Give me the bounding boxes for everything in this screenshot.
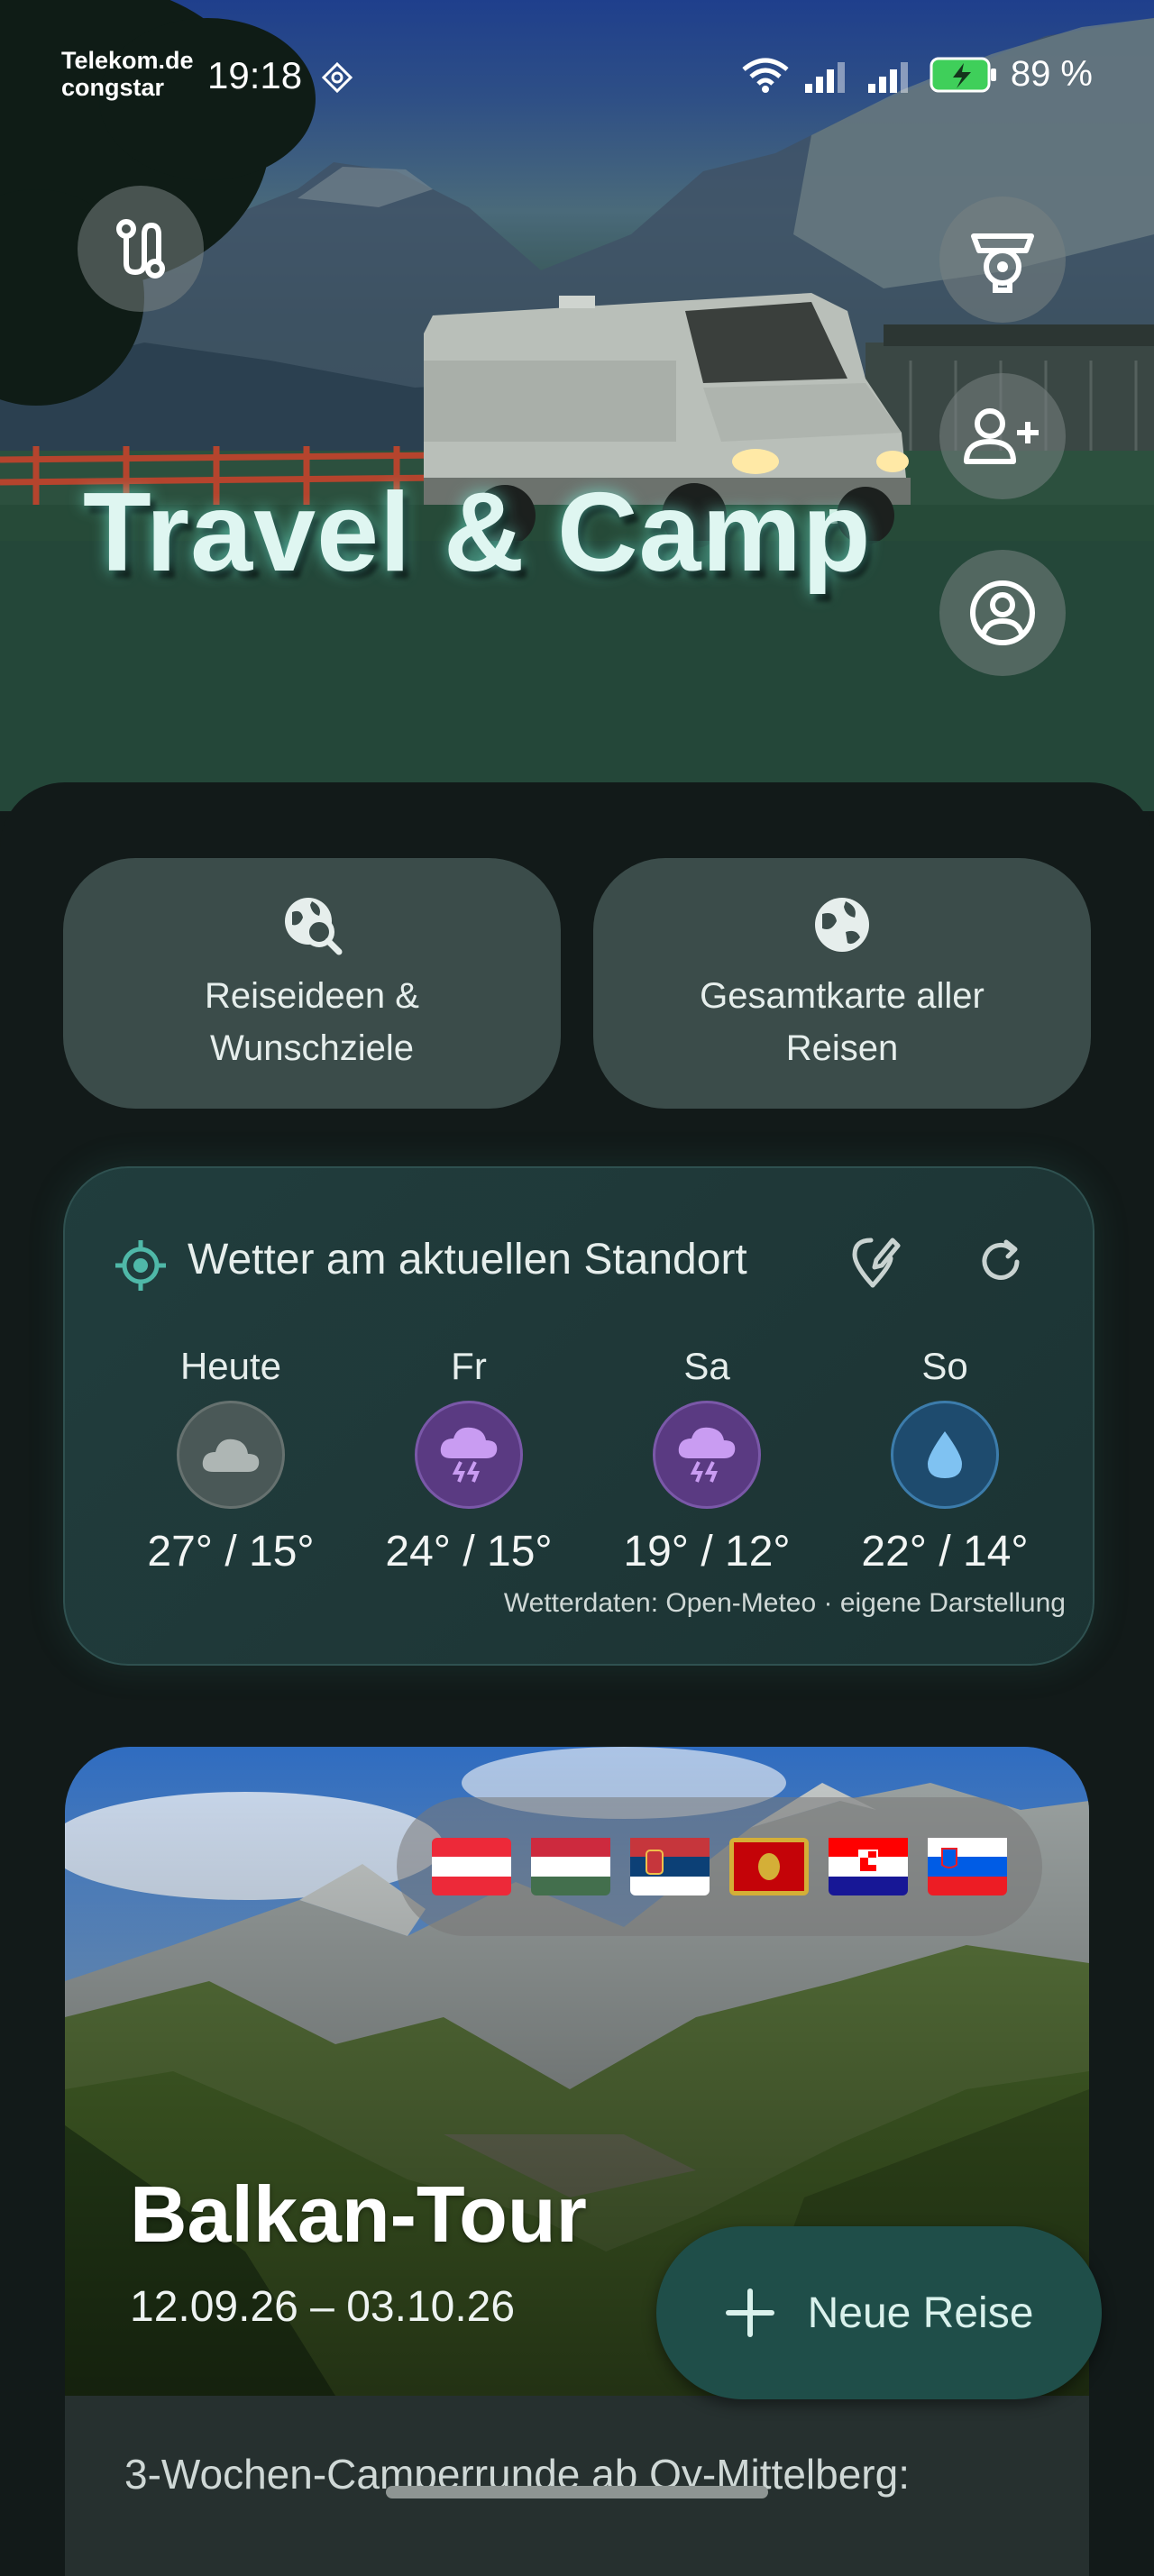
weather-credit: Wetterdaten: Open-Meteo · eigene Darstel… — [503, 1588, 1066, 1618]
status-time: 19:18 — [207, 54, 303, 96]
edit-location-icon[interactable] — [846, 1233, 903, 1291]
forecast-day: So 22° / 14° — [837, 1345, 1053, 1576]
travel-ideas-button[interactable]: Reiseideen & Wunschziele — [63, 858, 561, 1109]
app-title: Travel & Camp — [83, 470, 872, 595]
signal-icon-2 — [867, 61, 908, 93]
cloud-icon — [177, 1401, 285, 1509]
new-trip-button[interactable]: Neue Reise — [656, 2226, 1102, 2399]
route-button[interactable] — [78, 186, 204, 312]
overview-map-button[interactable]: Gesamtkarte aller Reisen — [593, 858, 1091, 1109]
camera-icon — [971, 233, 1034, 293]
forecast-day-name: Fr — [451, 1345, 487, 1387]
battery-icon — [930, 57, 996, 92]
forecast-temp: 22° / 14° — [861, 1528, 1029, 1576]
profile-icon — [970, 580, 1035, 645]
flag-slovenia-icon — [928, 1838, 1007, 1895]
travel-ideas-label: Reiseideen & Wunschziele — [205, 976, 419, 1068]
weather-card[interactable]: Wetter am aktuellen Standort Heute 27° /… — [63, 1166, 1094, 1666]
globe-icon — [815, 898, 869, 952]
add-user-icon — [964, 408, 1039, 464]
forecast-day: Heute 27° / 15° — [123, 1345, 339, 1576]
refresh-icon[interactable] — [974, 1235, 1028, 1289]
signal-icon-1 — [804, 61, 845, 93]
forecast-temp: 27° / 15° — [147, 1528, 315, 1576]
camera-button[interactable] — [939, 196, 1066, 323]
trip-dates: 12.09.26 – 03.10.26 — [130, 2283, 516, 2331]
forecast-temp: 24° / 15° — [385, 1528, 553, 1576]
thunderstorm-icon — [653, 1401, 761, 1509]
trip-card[interactable]: Balkan-Tour 12.09.26 – 03.10.26 3-Wochen… — [65, 1747, 1089, 2576]
flag-croatia-icon — [829, 1838, 908, 1895]
forecast-day: Sa 19° / 12° — [599, 1345, 815, 1576]
forecast-day: Fr 24° / 15° — [361, 1345, 577, 1576]
rain-drop-icon — [891, 1401, 999, 1509]
overview-map-label: Gesamtkarte aller Reisen — [700, 976, 985, 1068]
vpn-diamond-icon — [321, 61, 353, 94]
forecast-day-name: So — [921, 1345, 968, 1387]
profile-button[interactable] — [939, 550, 1066, 676]
globe-search-icon — [285, 898, 343, 955]
flag-austria-icon — [432, 1838, 511, 1895]
hero-section: Telekom.de congstar 19:18 89 % Travel & … — [0, 0, 1154, 811]
add-user-button[interactable] — [939, 373, 1066, 499]
status-bar: Telekom.de congstar 19:18 89 % — [0, 0, 1154, 153]
forecast-day-name: Sa — [683, 1345, 730, 1387]
new-trip-label: Neue Reise — [807, 2288, 1034, 2337]
plus-icon — [725, 2288, 774, 2337]
location-target-icon — [115, 1240, 166, 1291]
wifi-icon — [742, 58, 789, 93]
home-indicator[interactable] — [386, 2486, 768, 2498]
route-icon — [116, 219, 165, 279]
status-right-group: 89 % — [740, 54, 1093, 95]
trip-title: Balkan-Tour — [130, 2170, 587, 2259]
carrier-line-2: congstar — [61, 74, 165, 101]
weather-title: Wetter am aktuellen Standort — [188, 1236, 747, 1283]
flag-montenegro-icon — [729, 1838, 809, 1895]
flag-serbia-icon — [630, 1838, 710, 1895]
forecast-day-name: Heute — [179, 1345, 282, 1387]
country-flags — [397, 1797, 1042, 1936]
carrier-line-1: Telekom.de — [61, 47, 194, 74]
thunderstorm-icon — [415, 1401, 523, 1509]
carrier-label: Telekom.de congstar — [61, 47, 194, 101]
battery-percent: 89 % — [1010, 54, 1093, 94]
flag-hungary-icon — [531, 1838, 610, 1895]
forecast-temp: 19° / 12° — [623, 1528, 791, 1576]
